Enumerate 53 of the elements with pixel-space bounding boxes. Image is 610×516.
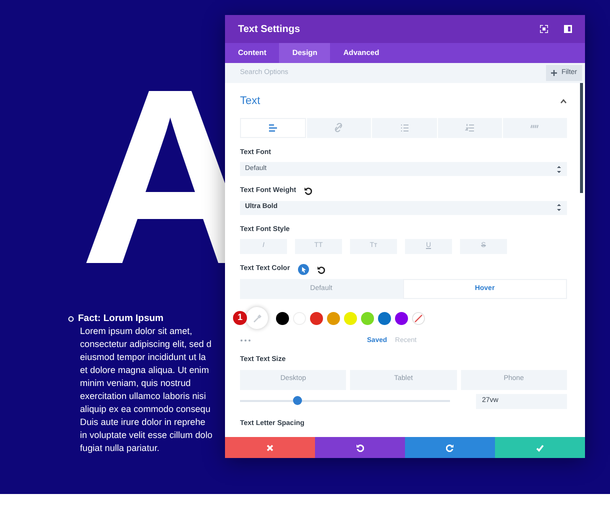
reset-icon bbox=[304, 187, 312, 196]
section-title: Text bbox=[240, 94, 262, 109]
body-text-line: Lorem ipsum dolor sit amet, bbox=[80, 325, 194, 338]
color-swatch[interactable] bbox=[344, 312, 357, 324]
text-option-tab[interactable] bbox=[307, 118, 372, 138]
color-picker-button[interactable] bbox=[246, 307, 268, 329]
slider-thumb[interactable] bbox=[292, 396, 302, 405]
body-text-line: eiusmod tempor incididunt ut la bbox=[80, 351, 207, 364]
text-option-tab[interactable] bbox=[438, 118, 502, 138]
notification-badge: 1 bbox=[233, 311, 247, 325]
body-text-line: Duis aute irure dolor in reprehe bbox=[80, 416, 206, 429]
color-swatch[interactable] bbox=[378, 312, 391, 324]
body-text-line: in voluptate velit esse cillum dolo bbox=[80, 429, 214, 442]
color-swatch[interactable] bbox=[361, 312, 374, 324]
eyedropper-icon bbox=[252, 314, 262, 322]
undo-button[interactable] bbox=[315, 437, 405, 458]
list-icon bbox=[400, 122, 410, 132]
color-swatch[interactable] bbox=[276, 312, 289, 324]
color-swatch[interactable] bbox=[327, 312, 340, 324]
body-text-line: fugiat nulla pariatur. bbox=[80, 442, 160, 455]
select-arrows-icon bbox=[556, 164, 562, 174]
link-icon bbox=[334, 122, 344, 132]
close-icon bbox=[266, 444, 274, 452]
undo-icon bbox=[356, 444, 364, 452]
color-swatch[interactable] bbox=[395, 312, 408, 324]
reset-icon bbox=[316, 266, 325, 274]
bullet-icon bbox=[68, 316, 74, 322]
scrollbar[interactable] bbox=[580, 83, 583, 193]
cancel-button[interactable] bbox=[225, 437, 315, 458]
expand-icon bbox=[540, 24, 548, 33]
sidebar-icon bbox=[564, 24, 572, 33]
panel-title: Text Settings bbox=[238, 22, 302, 36]
fact-title: Fact: Lorum Ipsum bbox=[78, 312, 164, 325]
plus-icon bbox=[551, 70, 558, 76]
redo-button[interactable] bbox=[405, 437, 495, 458]
more-icon bbox=[240, 339, 251, 342]
select-arrows-icon bbox=[556, 203, 562, 212]
color-swatch[interactable] bbox=[310, 312, 323, 324]
text-option-tab[interactable] bbox=[502, 118, 568, 138]
body-text-line: consectetur adipiscing elit, sed d bbox=[80, 338, 212, 351]
cursor-badge-icon bbox=[298, 264, 309, 275]
body-text-line: et dolore magna aliqua. Ut enim bbox=[80, 364, 210, 377]
text-option-tab[interactable] bbox=[372, 118, 437, 138]
body-text-line: exercitation ullamco laboris nisi bbox=[80, 390, 207, 403]
save-button[interactable] bbox=[495, 437, 585, 458]
align-left-icon bbox=[268, 122, 278, 132]
no-color-swatch[interactable] bbox=[412, 312, 425, 324]
redo-icon bbox=[446, 444, 454, 452]
body-text-line: minim veniam, quis nostrud bbox=[80, 377, 192, 390]
checkmark-icon bbox=[536, 444, 544, 452]
numbered-list-icon bbox=[464, 122, 475, 132]
text-option-tab[interactable] bbox=[240, 118, 306, 138]
body-text-line: aliquip ex ea commodo consequ bbox=[80, 403, 212, 416]
